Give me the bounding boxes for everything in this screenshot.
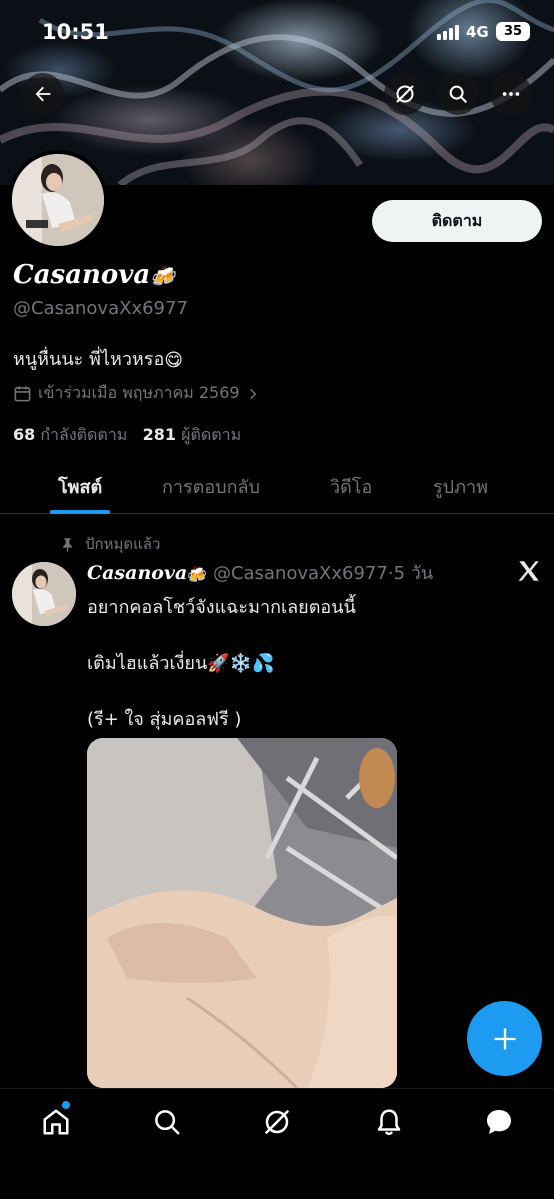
signal-icon xyxy=(437,24,463,40)
post-time: 5 วัน xyxy=(393,563,434,584)
nav-home[interactable] xyxy=(39,1105,73,1139)
status-time: 10:51 xyxy=(42,20,109,44)
back-button[interactable] xyxy=(22,73,64,115)
compose-button[interactable] xyxy=(467,1001,542,1076)
grok-button[interactable] xyxy=(384,73,426,115)
x-logo-icon xyxy=(518,561,539,581)
messages-icon xyxy=(487,1110,511,1134)
pinned-indicator: ปักหมุดแล้ว xyxy=(60,532,160,556)
post-author-emoji: 🍻 xyxy=(187,564,208,584)
calendar-icon xyxy=(14,386,31,402)
home-icon xyxy=(43,1109,69,1135)
beer-emoji: 🍻 xyxy=(150,264,176,288)
post-emojis: 🚀❄️💦 xyxy=(207,653,275,674)
post-header: Casanova🍻 @CasanovaXx6977·5 วัน xyxy=(87,558,433,587)
bottom-navigation xyxy=(0,1088,554,1199)
nav-messages[interactable] xyxy=(482,1105,516,1139)
post-author-name[interactable]: Casanova xyxy=(87,562,187,584)
pin-icon xyxy=(63,537,72,552)
tab-photos[interactable]: รูปภาพ xyxy=(433,472,488,501)
post-text-line3: (รี+ ใจ สุ่มคอลฟรี ) xyxy=(87,709,242,730)
bio-emoji: 😋 xyxy=(164,349,184,371)
nav-search[interactable] xyxy=(150,1105,184,1139)
active-tab-indicator xyxy=(50,510,110,514)
profile-tabs: โพสต์ การตอบกลับ วิดีโอ รูปภาพ xyxy=(0,458,554,514)
notifications-icon xyxy=(377,1109,401,1136)
search-button[interactable] xyxy=(437,73,479,115)
post-author-handle[interactable]: @CasanovaXx6977 xyxy=(213,563,388,584)
back-arrow-icon xyxy=(35,86,51,102)
tab-replies[interactable]: การตอบกลับ xyxy=(162,472,260,501)
plus-icon xyxy=(494,1028,515,1049)
post-media[interactable] xyxy=(87,738,397,1088)
more-button[interactable] xyxy=(490,73,532,115)
grok-icon xyxy=(264,1109,290,1135)
search-icon xyxy=(155,1110,180,1135)
profile-avatar[interactable] xyxy=(8,150,108,250)
post-text-line2: เติมไฮแล้วเงี่ยน🚀❄️💦 xyxy=(87,653,275,674)
nav-notifications[interactable] xyxy=(372,1105,406,1139)
profile-bio: หนูหื่นนะ พี่ไหวหรอ😋 xyxy=(13,349,184,371)
nav-grok[interactable] xyxy=(260,1105,294,1139)
battery-icon: 35 xyxy=(496,22,530,41)
grok-icon xyxy=(396,85,414,103)
following-link[interactable]: 68 กำลังติดตาม xyxy=(13,425,127,444)
post-avatar[interactable] xyxy=(12,562,76,626)
search-icon xyxy=(449,85,467,103)
more-icon xyxy=(502,92,520,96)
tab-videos[interactable]: วิดีโอ xyxy=(330,472,372,501)
network-label: 4G xyxy=(466,23,489,41)
joined-date[interactable]: เข้าร่วมเมือ พฤษภาคม 2569 xyxy=(13,381,260,406)
home-notification-dot xyxy=(62,1101,70,1109)
chevron-right-icon xyxy=(249,388,256,399)
display-name: Casanova🍻 xyxy=(13,260,176,290)
followers-link[interactable]: 281 ผู้ติดตาม xyxy=(143,425,242,444)
status-bar: 10:51 4G 35 xyxy=(0,0,554,66)
follow-button[interactable]: ติดตาม xyxy=(372,200,542,242)
follow-counts: 68 กำลังติดตาม 281 ผู้ติดตาม xyxy=(13,423,241,448)
post-text-line1: อยากคอลโชว์จังแฉะมากเลยตอนนี้ xyxy=(87,597,356,618)
tab-posts[interactable]: โพสต์ xyxy=(58,472,102,501)
profile-handle: @CasanovaXx6977 xyxy=(13,298,188,319)
